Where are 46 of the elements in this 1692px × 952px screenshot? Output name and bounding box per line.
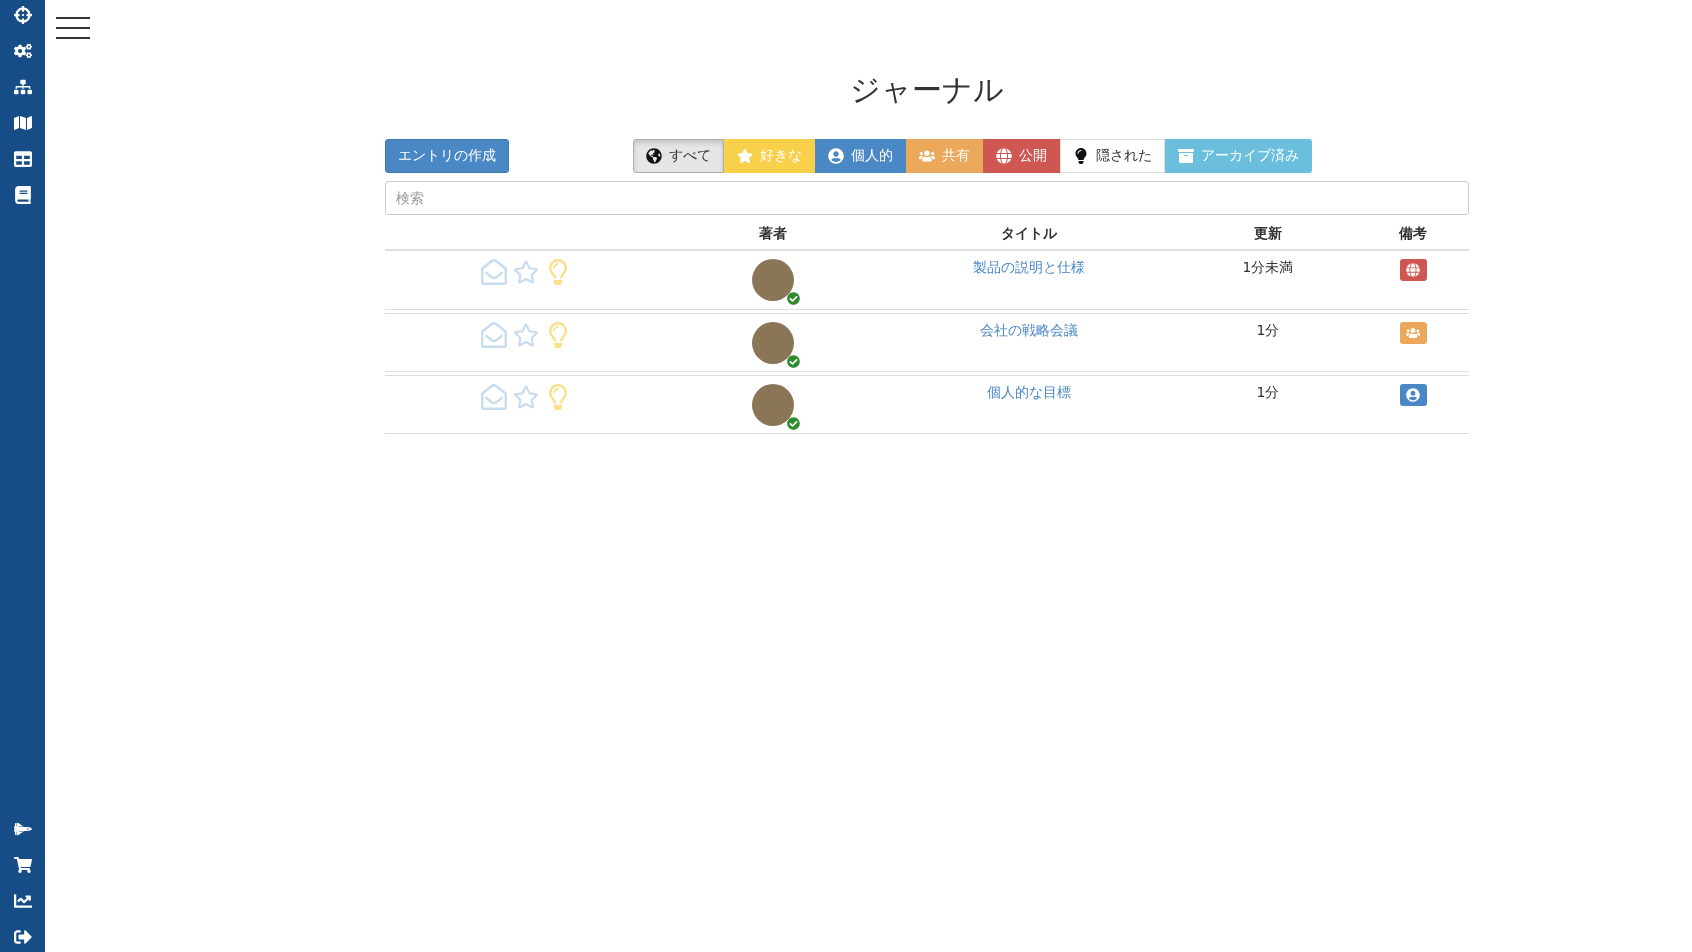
filter-button[interactable]: すべて bbox=[633, 139, 724, 173]
column-header: 更新 bbox=[1254, 225, 1282, 243]
filter-button[interactable]: 公開 bbox=[983, 139, 1060, 173]
filter-button[interactable]: アーカイブ済み bbox=[1165, 139, 1312, 173]
gears-icon[interactable] bbox=[13, 42, 32, 60]
users-icon bbox=[919, 148, 935, 164]
column-header: 備考 bbox=[1399, 225, 1427, 243]
check-icon bbox=[787, 292, 800, 305]
filter-button[interactable]: 隠された bbox=[1060, 139, 1165, 173]
check-icon bbox=[787, 355, 800, 368]
filter-button[interactable]: 個人的 bbox=[815, 139, 906, 173]
table-icon[interactable] bbox=[13, 150, 32, 168]
star-icon[interactable] bbox=[513, 322, 539, 348]
cart-icon[interactable] bbox=[13, 856, 32, 874]
crosshairs-icon[interactable] bbox=[13, 6, 32, 24]
globe-icon bbox=[996, 148, 1012, 164]
filter-button[interactable]: 共有 bbox=[906, 139, 983, 173]
avatar bbox=[752, 259, 794, 301]
check-icon bbox=[787, 417, 800, 430]
lightbulb-icon bbox=[1073, 148, 1089, 164]
star-icon[interactable] bbox=[513, 384, 539, 410]
chart-icon[interactable] bbox=[13, 892, 32, 910]
page-title: ジャーナル bbox=[850, 71, 1004, 109]
menu-icon[interactable] bbox=[56, 17, 90, 39]
shuttle-icon[interactable] bbox=[13, 820, 32, 838]
archive-icon bbox=[1178, 148, 1194, 164]
create-entry-button[interactable]: エントリの作成 bbox=[385, 139, 509, 173]
column-header: タイトル bbox=[1001, 225, 1057, 243]
avatar bbox=[752, 384, 794, 426]
entry-title-link[interactable]: 会社の戦略会議 bbox=[980, 322, 1078, 340]
star-icon bbox=[737, 148, 753, 164]
updated-time: 1分 bbox=[1256, 322, 1280, 340]
logout-icon[interactable] bbox=[13, 928, 32, 946]
sitemap-icon[interactable] bbox=[13, 78, 32, 96]
entry-title-link[interactable]: 製品の説明と仕様 bbox=[973, 259, 1085, 277]
book-icon[interactable] bbox=[13, 186, 32, 204]
avatar bbox=[752, 322, 794, 364]
updated-time: 1分 bbox=[1256, 384, 1280, 402]
column-header: 著者 bbox=[759, 225, 787, 243]
user-icon bbox=[828, 148, 844, 164]
entry-title-link[interactable]: 個人的な目標 bbox=[987, 384, 1071, 402]
globe-icon bbox=[646, 148, 662, 164]
map-icon[interactable] bbox=[13, 114, 32, 132]
search-field[interactable]: 検索 bbox=[385, 181, 1469, 215]
updated-time: 1分未満 bbox=[1242, 259, 1294, 277]
star-icon[interactable] bbox=[513, 259, 539, 285]
